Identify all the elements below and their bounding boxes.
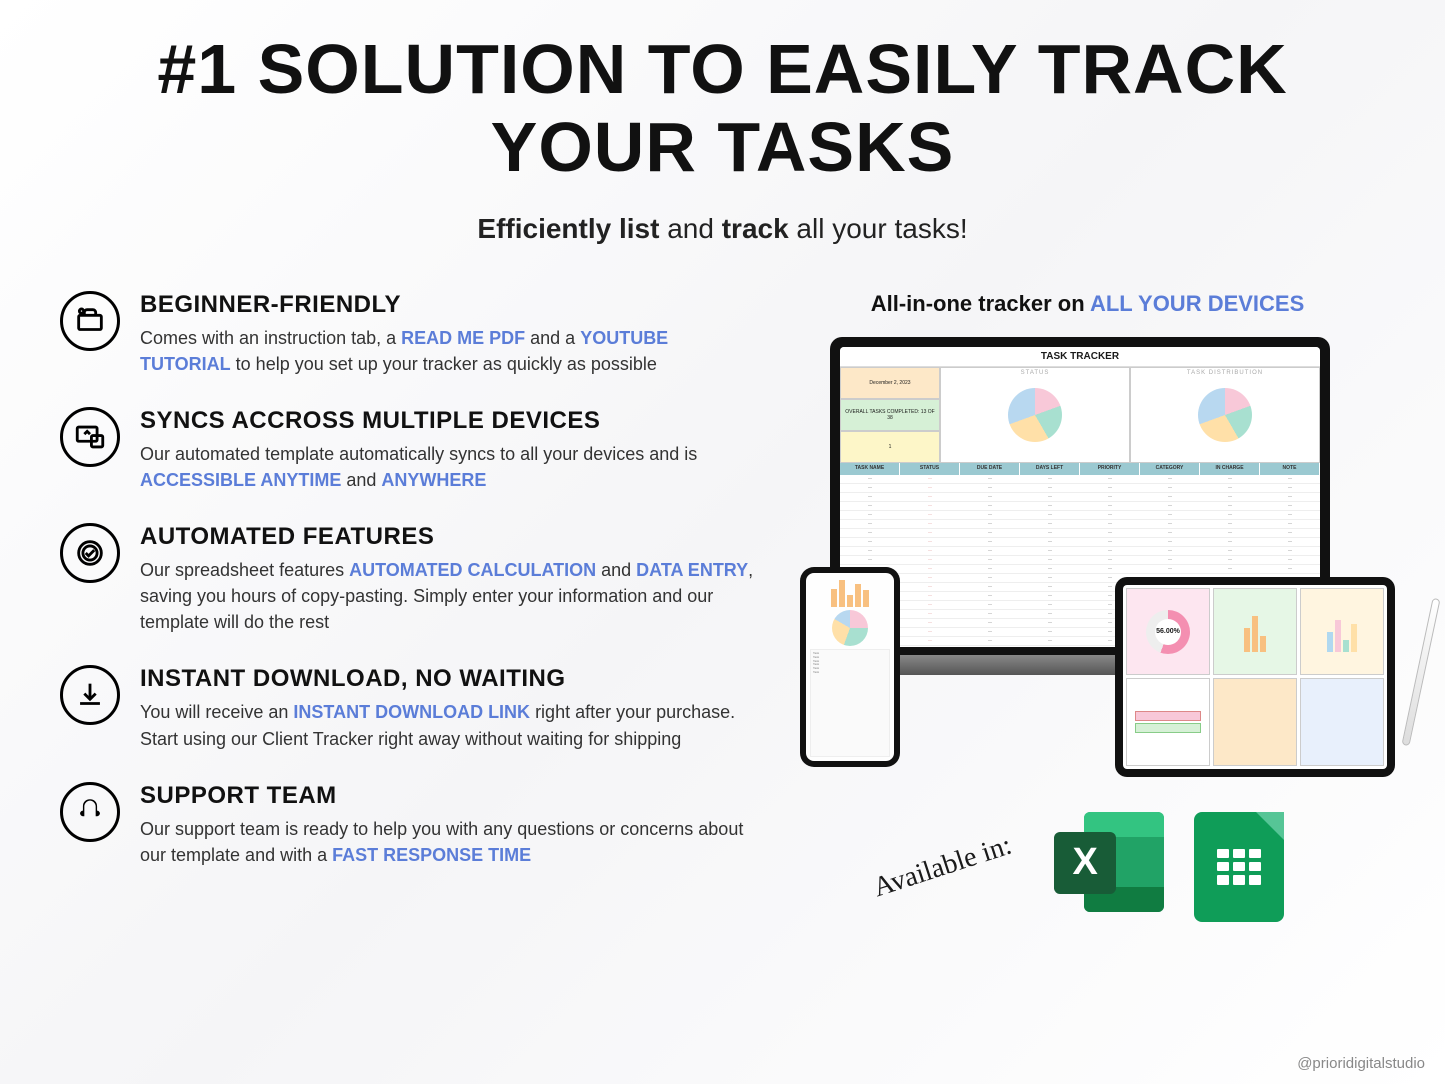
status-chart: STATUS	[940, 367, 1130, 463]
showcase-title: All-in-one tracker on ALL YOUR DEVICES	[790, 291, 1385, 317]
feature-desc: Our support team is ready to help you wi…	[140, 816, 760, 868]
gear-check-icon	[60, 523, 120, 583]
tablet-mockup: 56.00%	[1115, 577, 1395, 777]
feature-sync: SYNCS ACCROSS MULTIPLE DEVICES Our autom…	[60, 407, 760, 493]
beginner-icon	[60, 291, 120, 351]
feature-desc: Comes with an instruction tab, a READ ME…	[140, 325, 760, 377]
feature-title: SUPPORT TEAM	[140, 782, 760, 810]
google-sheets-icon	[1194, 812, 1304, 922]
feature-title: SYNCS ACCROSS MULTIPLE DEVICES	[140, 407, 760, 435]
feature-automated: AUTOMATED FEATURES Our spreadsheet featu…	[60, 523, 760, 635]
features-column: BEGINNER-FRIENDLY Comes with an instruct…	[60, 291, 760, 922]
available-text: Available in:	[869, 829, 1015, 904]
feature-download: INSTANT DOWNLOAD, NO WAITING You will re…	[60, 665, 760, 751]
feature-support: SUPPORT TEAM Our support team is ready t…	[60, 782, 760, 868]
feature-desc: You will receive an INSTANT DOWNLOAD LIN…	[140, 699, 760, 751]
phone-mockup: TaskTaskTaskTaskTaskTask	[800, 567, 900, 767]
device-showcase: All-in-one tracker on ALL YOUR DEVICES T…	[790, 291, 1385, 922]
table-header: TASK NAMESTATUSDUE DATEDAYS LEFTPRIORITY…	[840, 463, 1320, 475]
sheet-title: TASK TRACKER	[840, 347, 1320, 367]
subtitle: Efficiently list and track all your task…	[60, 213, 1385, 245]
feature-title: INSTANT DOWNLOAD, NO WAITING	[140, 665, 760, 693]
main-title: #1 SOLUTION TO EASILY TRACK YOUR TASKS	[60, 30, 1385, 187]
feature-title: AUTOMATED FEATURES	[140, 523, 760, 551]
excel-icon: X	[1054, 812, 1164, 922]
feature-desc: Our spreadsheet features AUTOMATED CALCU…	[140, 557, 760, 635]
credit: @prioridigitalstudio	[1297, 1055, 1425, 1072]
feature-title: BEGINNER-FRIENDLY	[140, 291, 760, 319]
overall-box: OVERALL TASKS COMPLETED: 13 OF 38	[840, 399, 940, 431]
feature-desc: Our automated template automatically syn…	[140, 441, 760, 493]
feature-beginner: BEGINNER-FRIENDLY Comes with an instruct…	[60, 291, 760, 377]
available-in: Available in: X	[790, 812, 1385, 922]
date-box: December 2, 2023	[840, 367, 940, 399]
stylus-icon	[1401, 598, 1440, 746]
due-box: 1	[840, 431, 940, 463]
download-icon	[60, 665, 120, 725]
sync-icon	[60, 407, 120, 467]
distribution-chart: TASK DISTRIBUTION	[1130, 367, 1320, 463]
support-icon	[60, 782, 120, 842]
